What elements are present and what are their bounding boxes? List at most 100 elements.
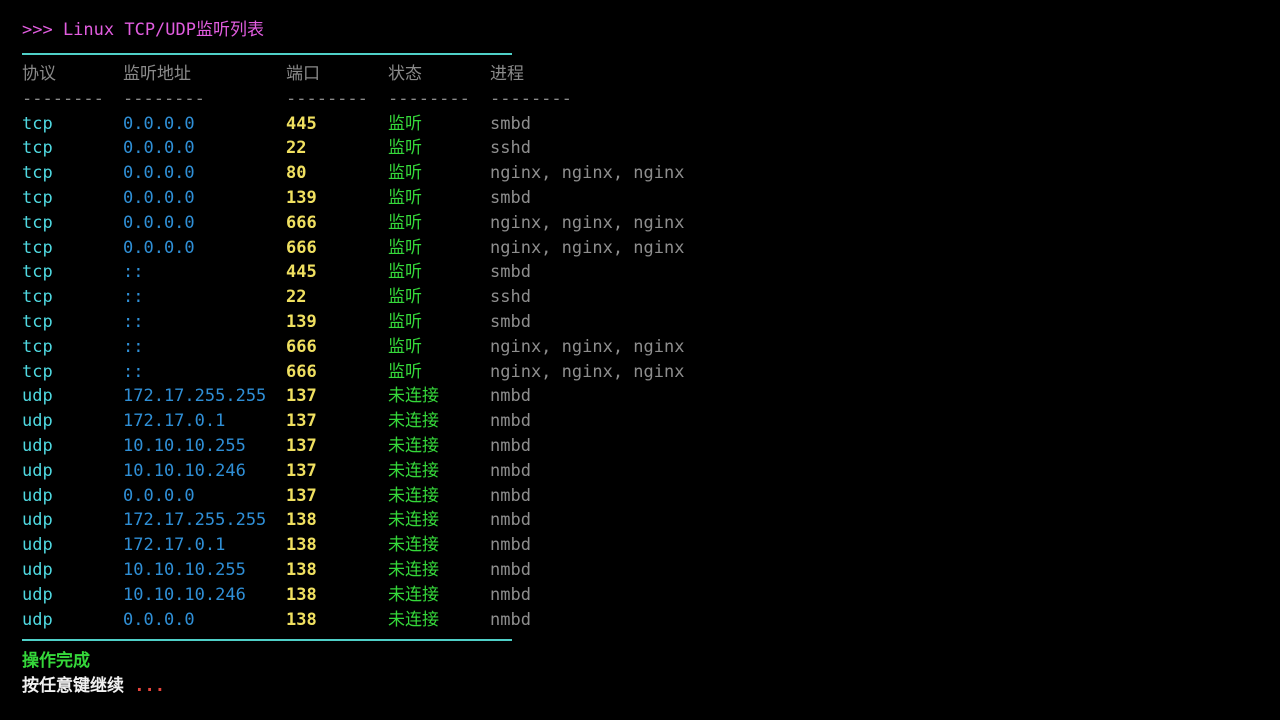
cell-state: 未连接 <box>388 559 439 580</box>
cell-protocol: udp <box>22 435 53 456</box>
table-row: udp 172.17.255.255 138 未连接 nmbd <box>22 508 1262 533</box>
cell-address: 10.10.10.246 <box>123 460 246 481</box>
cell-address: 0.0.0.0 <box>123 609 195 630</box>
cell-port: 22 <box>286 287 307 308</box>
cell-protocol: tcp <box>22 311 53 332</box>
cell-process: nmbd <box>490 559 531 580</box>
cell-process: nginx, nginx, nginx <box>490 336 685 357</box>
cell-address: 172.17.0.1 <box>123 411 226 432</box>
cell-state: 监听 <box>388 138 422 159</box>
cell-port: 666 <box>286 336 317 357</box>
cell-state: 监听 <box>388 237 422 258</box>
cell-port: 137 <box>286 435 317 456</box>
cell-state: 未连接 <box>388 510 439 531</box>
table-row: udp 10.10.10.255 137 未连接 nmbd <box>22 434 1262 459</box>
cell-process: smbd <box>490 113 531 134</box>
cell-state: 监听 <box>388 336 422 357</box>
cell-port: 137 <box>286 386 317 407</box>
header-address: 监听地址 <box>123 64 191 84</box>
cell-state: 未连接 <box>388 535 439 556</box>
table-row: tcp 0.0.0.0 666 监听 nginx, nginx, nginx <box>22 236 1262 261</box>
table-row: udp 0.0.0.0 138 未连接 nmbd <box>22 608 1262 633</box>
cell-port: 137 <box>286 411 317 432</box>
cell-process: nginx, nginx, nginx <box>490 163 685 184</box>
cell-process: nmbd <box>490 460 531 481</box>
cell-protocol: tcp <box>22 336 53 357</box>
header-state: 状态 <box>388 64 422 84</box>
cell-process: nmbd <box>490 386 531 407</box>
cell-protocol: udp <box>22 411 53 432</box>
cell-state: 监听 <box>388 212 422 233</box>
cell-address: 0.0.0.0 <box>123 212 195 233</box>
cell-process: nginx, nginx, nginx <box>490 361 685 382</box>
cell-process: sshd <box>490 287 531 308</box>
cell-state: 监听 <box>388 311 422 332</box>
cell-port: 22 <box>286 138 307 159</box>
cell-process: nginx, nginx, nginx <box>490 212 685 233</box>
table-row: tcp:: 22 监听 sshd <box>22 285 1262 310</box>
cell-address: :: <box>123 311 144 332</box>
cell-state: 未连接 <box>388 386 439 407</box>
cell-address: 10.10.10.255 <box>123 559 246 580</box>
cell-address: 0.0.0.0 <box>123 138 195 159</box>
cell-state: 未连接 <box>388 435 439 456</box>
cell-protocol: tcp <box>22 212 53 233</box>
cell-port: 138 <box>286 609 317 630</box>
prompt-text: 按任意键继续 <box>22 676 135 697</box>
bottom-divider <box>22 639 512 642</box>
cell-port: 666 <box>286 237 317 258</box>
cell-protocol: udp <box>22 609 53 630</box>
cell-port: 666 <box>286 361 317 382</box>
cell-state: 未连接 <box>388 411 439 432</box>
header-separator: -------- -------- -------- -------- ----… <box>22 87 1262 112</box>
table-row: udp 10.10.10.246 137 未连接 nmbd <box>22 459 1262 484</box>
table-row: tcp:: 139 监听 smbd <box>22 310 1262 335</box>
cell-protocol: tcp <box>22 138 53 159</box>
cell-address: 10.10.10.246 <box>123 584 246 605</box>
cell-protocol: udp <box>22 535 53 556</box>
cell-state: 未连接 <box>388 609 439 630</box>
header-process: 进程 <box>490 64 524 84</box>
cell-protocol: tcp <box>22 287 53 308</box>
cell-port: 666 <box>286 212 317 233</box>
cell-address: 10.10.10.255 <box>123 435 246 456</box>
table-row: tcp 0.0.0.0 22 监听 sshd <box>22 136 1262 161</box>
cell-state: 监听 <box>388 187 422 208</box>
cell-state: 未连接 <box>388 584 439 605</box>
table-row: udp 172.17.255.255 137 未连接 nmbd <box>22 384 1262 409</box>
cell-port: 445 <box>286 113 317 134</box>
table-row: tcp 0.0.0.0 666 监听 nginx, nginx, nginx <box>22 211 1262 236</box>
cell-process: smbd <box>490 262 531 283</box>
cell-address: :: <box>123 361 144 382</box>
header-protocol: 协议 <box>22 64 56 84</box>
press-any-key-prompt[interactable]: 按任意键继续 ... <box>22 674 1262 699</box>
cell-protocol: tcp <box>22 361 53 382</box>
cell-process: smbd <box>490 187 531 208</box>
cell-protocol: tcp <box>22 262 53 283</box>
cell-port: 445 <box>286 262 317 283</box>
cell-address: 0.0.0.0 <box>123 485 195 506</box>
cell-state: 未连接 <box>388 485 439 506</box>
cell-protocol: udp <box>22 510 53 531</box>
cell-protocol: udp <box>22 559 53 580</box>
top-divider <box>22 53 512 55</box>
cell-address: 172.17.255.255 <box>123 510 267 531</box>
cell-process: nmbd <box>490 411 531 432</box>
table-row: udp 10.10.10.246 138 未连接 nmbd <box>22 583 1262 608</box>
cell-state: 监听 <box>388 361 422 382</box>
cell-process: nmbd <box>490 485 531 506</box>
cell-protocol: tcp <box>22 113 53 134</box>
cell-port: 137 <box>286 485 317 506</box>
cell-protocol: tcp <box>22 237 53 258</box>
cell-port: 137 <box>286 460 317 481</box>
table-row: tcp:: 666 监听 nginx, nginx, nginx <box>22 335 1262 360</box>
separator-dashes: -------- <box>123 88 205 109</box>
cell-protocol: tcp <box>22 163 53 184</box>
cell-state: 未连接 <box>388 460 439 481</box>
separator-dashes: -------- <box>388 88 470 109</box>
cell-port: 138 <box>286 510 317 531</box>
cell-address: 0.0.0.0 <box>123 187 195 208</box>
table-header: 协议 监听地址 端口 状态 进程 <box>22 62 1262 87</box>
cell-address: 0.0.0.0 <box>123 113 195 134</box>
cell-state: 监听 <box>388 163 422 184</box>
